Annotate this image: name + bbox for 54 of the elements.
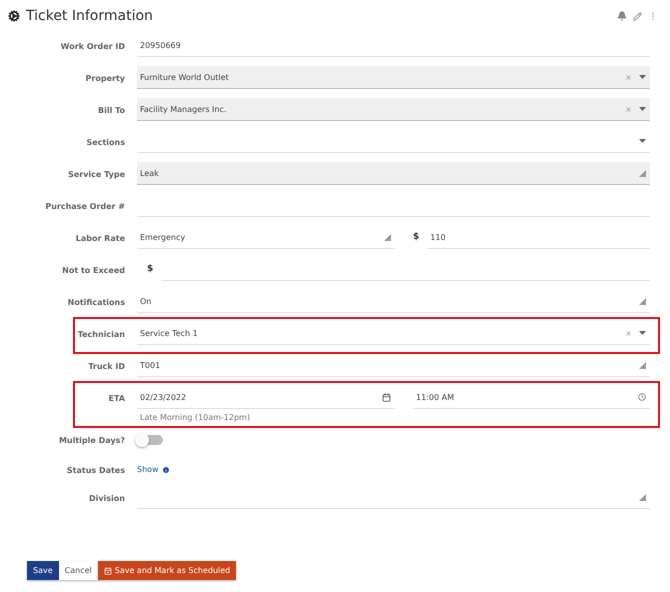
clear-icon[interactable] xyxy=(625,106,632,112)
clear-icon[interactable] xyxy=(625,74,632,80)
select-field[interactable]: Service Tech 1 xyxy=(137,322,650,345)
show-link[interactable]: Show xyxy=(137,465,159,474)
schedule-button[interactable]: Save and Mark as Scheduled xyxy=(98,561,236,580)
field-label: Bill To xyxy=(98,105,125,115)
edit-icon[interactable] xyxy=(633,12,642,20)
clock-icon[interactable] xyxy=(638,393,646,401)
resize-handle-icon xyxy=(384,234,391,240)
time-field[interactable]: 11:00 AM xyxy=(413,386,650,409)
field-label: Work Order ID xyxy=(60,41,125,51)
save-button[interactable]: Save xyxy=(27,561,59,580)
field-label: Sections xyxy=(86,137,125,147)
select-field[interactable]: Facility Managers Inc. xyxy=(137,98,650,121)
cancel-button[interactable]: Cancel xyxy=(58,561,98,580)
select-field[interactable]: Furniture World Outlet xyxy=(137,66,650,89)
calendar-icon xyxy=(104,566,112,574)
section-title: Ticket Information xyxy=(26,8,154,24)
field-label: Truck ID xyxy=(88,361,125,371)
eta-hint: Late Morning (10am-12pm) xyxy=(139,412,251,424)
field-label: ETA xyxy=(108,393,125,403)
calendar-icon[interactable] xyxy=(382,392,391,402)
field-label: Notifications xyxy=(68,297,125,307)
resize-handle-icon xyxy=(639,362,646,368)
text-area[interactable]: On xyxy=(137,290,650,313)
currency-symbol: $ xyxy=(413,231,420,242)
text-area[interactable]: T001 xyxy=(137,354,650,377)
field-label: Status Dates xyxy=(66,465,125,475)
text-field[interactable]: 20950669 xyxy=(137,34,650,57)
field-label: Property xyxy=(86,73,125,83)
caret-icon[interactable] xyxy=(639,107,646,111)
select-field[interactable]: Emergency xyxy=(137,226,395,249)
currency-symbol: $ xyxy=(147,263,154,274)
bell-icon[interactable] xyxy=(617,11,627,21)
resize-handle-icon xyxy=(639,494,646,500)
field-label: Multiple Days? xyxy=(58,435,125,445)
amount-field[interactable]: 110 xyxy=(427,226,650,249)
field-label: Not to Exceed xyxy=(62,265,125,275)
gears-icon xyxy=(8,10,20,22)
date-field[interactable]: 02/23/2022 xyxy=(137,386,395,409)
clear-icon[interactable] xyxy=(625,330,632,336)
field-label: Division xyxy=(88,493,125,503)
resize-handle-icon xyxy=(639,170,646,176)
field-label: Purchase Order # xyxy=(45,201,125,211)
info-icon[interactable] xyxy=(162,466,170,474)
caret-icon[interactable] xyxy=(639,139,646,143)
toggle-switch[interactable] xyxy=(137,435,163,445)
text-area[interactable]: Leak xyxy=(137,162,650,185)
resize-handle-icon xyxy=(639,298,646,304)
caret-icon[interactable] xyxy=(639,331,646,335)
field-label: Labor Rate xyxy=(76,233,125,243)
caret-icon[interactable] xyxy=(639,75,646,79)
field-label: Service Type xyxy=(68,169,125,179)
field-label: Technician xyxy=(78,329,125,339)
